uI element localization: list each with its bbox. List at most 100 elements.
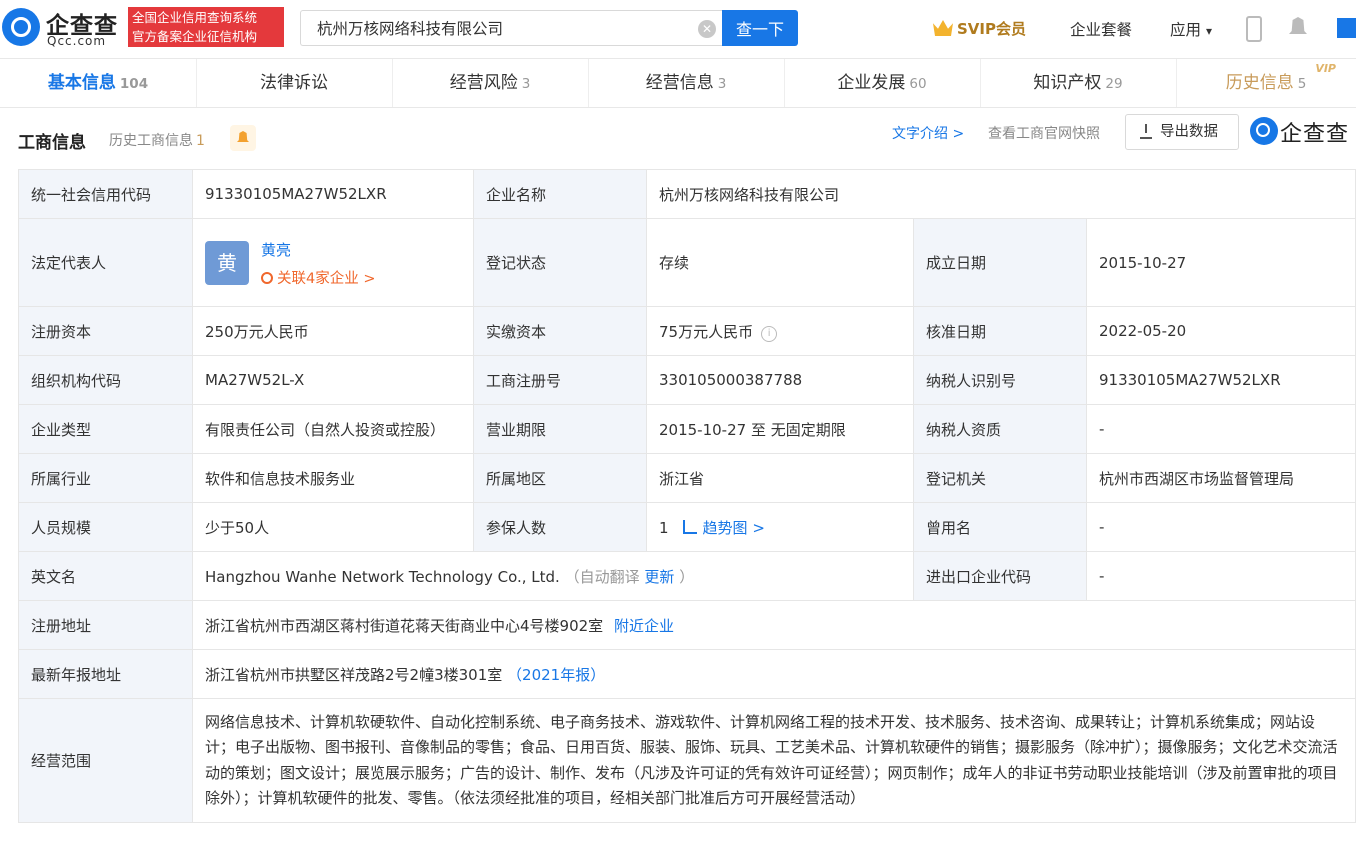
export-button[interactable]: 导出数据 xyxy=(1125,114,1239,150)
update-link[interactable]: 更新 xyxy=(644,568,674,586)
region-value: 浙江省 xyxy=(646,453,914,503)
tab-litigation[interactable]: 法律诉讼 xyxy=(196,59,393,107)
table-row: 所属行业 软件和信息技术服务业 所属地区 浙江省 登记机关 杭州市西湖区市场监督… xyxy=(18,453,1356,503)
tab-basic-info[interactable]: 基本信息 104 xyxy=(0,59,197,107)
reg-capital-label: 注册资本 xyxy=(18,306,193,356)
download-icon xyxy=(1140,124,1152,139)
tab-label: 企业发展 xyxy=(837,73,906,93)
qcc-logo[interactable]: 企查查 Qcc.com xyxy=(0,4,125,52)
clear-icon[interactable]: ✕ xyxy=(698,20,716,38)
legal-rep-name-link[interactable]: 黄亮 xyxy=(261,239,291,260)
tab-business-risk[interactable]: 经营风险 3 xyxy=(392,59,589,107)
tab-development[interactable]: 企业发展 60 xyxy=(784,59,981,107)
business-info-table: 统一社会信用代码 91330105MA27W52LXR 企业名称 杭州万核网络科… xyxy=(18,169,1356,823)
credit-code-value: 91330105MA27W52LXR xyxy=(192,169,474,219)
reg-no-value: 330105000387788 xyxy=(646,355,914,405)
export-label: 导出数据 xyxy=(1160,124,1218,140)
org-code-value: MA27W52L-X xyxy=(192,355,474,405)
chevron-down-icon: ▾ xyxy=(1205,24,1212,38)
phone-icon[interactable] xyxy=(1246,16,1262,42)
relation-icon xyxy=(261,271,273,284)
tab-count: 104 xyxy=(119,76,149,92)
table-row: 经营范围 网络信息技术、计算机软硬软件、自动化控制系统、电子商务技术、游戏软件、… xyxy=(18,698,1356,823)
qcc-logo-icon xyxy=(1250,117,1278,145)
address-cell: 浙江省杭州市西湖区蒋村街道花蒋天街商业中心4号楼902室 附近企业 xyxy=(191,600,1356,650)
tab-history[interactable]: 历史信息 5 VIP xyxy=(1176,59,1356,107)
reg-no-label: 工商注册号 xyxy=(473,355,647,405)
main-tabs: 基本信息 104 法律诉讼 经营风险 3 经营信息 3 企业发展 60 知识产权 29 历… xyxy=(0,59,1356,108)
tab-label: 经营信息 xyxy=(645,73,714,93)
former-name-value: - xyxy=(1085,502,1356,552)
scope-label: 经营范围 xyxy=(18,698,193,823)
info-icon[interactable]: i xyxy=(761,325,778,342)
svip-link[interactable]: SVIP会员 xyxy=(933,18,1026,39)
annual-address-value: 浙江省杭州市拱墅区祥茂路2号2幢3楼301室 xyxy=(205,665,503,684)
import-export-value: - xyxy=(1085,551,1356,601)
tab-count: 60 xyxy=(909,76,927,92)
insured-label: 参保人数 xyxy=(473,502,647,552)
industry-label: 所属行业 xyxy=(18,453,193,503)
monitor-bell-icon[interactable] xyxy=(230,125,256,151)
table-row: 法定代表人 黄 黄亮 关联4家企业 > 登记状态 存续 成立日期 2015-10… xyxy=(18,218,1356,307)
crown-icon xyxy=(933,20,953,36)
avatar[interactable]: 黄 xyxy=(205,240,249,285)
staff-label: 人员规模 xyxy=(18,502,193,552)
address-label: 注册地址 xyxy=(18,600,193,650)
tab-label: 基本信息 xyxy=(47,73,116,93)
annual-report-link[interactable]: （2021年报） xyxy=(507,666,605,684)
taxpayer-qual-label: 纳税人资质 xyxy=(913,404,1087,454)
auto-translate-note: （自动翻译 xyxy=(564,567,640,586)
qcc-logo-icon xyxy=(2,8,40,46)
table-row: 英文名 Hangzhou Wanhe Network Technology Co… xyxy=(18,551,1356,601)
user-button[interactable] xyxy=(1337,18,1356,38)
text-intro-link[interactable]: 文字介绍 > xyxy=(892,123,964,143)
english-name-value: Hangzhou Wanhe Network Technology Co., L… xyxy=(205,567,560,586)
tab-label: 经营风险 xyxy=(449,73,518,93)
english-name-label: 英文名 xyxy=(18,551,193,601)
table-row: 企业类型 有限责任公司（自然人投资或控股） 营业期限 2015-10-27 至 … xyxy=(18,404,1356,454)
logo-subtext: Qcc.com xyxy=(47,34,107,48)
company-type-value: 有限责任公司（自然人投资或控股） xyxy=(192,404,474,454)
qcc-watermark-logo: 企查查 xyxy=(1250,117,1356,149)
vip-badge: VIP xyxy=(1315,62,1336,75)
legal-rep-label: 法定代表人 xyxy=(18,218,193,307)
annual-address-label: 最新年报地址 xyxy=(18,649,193,699)
tab-ip[interactable]: 知识产权 29 xyxy=(980,59,1177,107)
gov-snapshot-link[interactable]: 查看工商官网快照 xyxy=(988,123,1100,143)
search-box: ✕ xyxy=(300,10,722,46)
credit-code-label: 统一社会信用代码 xyxy=(18,169,193,219)
taxpayer-qual-value: - xyxy=(1085,404,1356,454)
package-link[interactable]: 企业套餐 xyxy=(1070,18,1132,40)
bell-icon[interactable] xyxy=(1289,17,1307,34)
tab-count: 3 xyxy=(717,76,727,92)
search-button[interactable]: 查一下 xyxy=(722,10,798,46)
taxpayer-id-value: 91330105MA27W52LXR xyxy=(1085,355,1356,405)
top-bar: 企查查 Qcc.com 全国企业信用查询系统 官方备案企业征信机构 ✕ 查一下 … xyxy=(0,0,1356,59)
annual-address-cell: 浙江省杭州市拱墅区祥茂路2号2幢3楼301室 （2021年报） xyxy=(191,649,1356,699)
related-companies-link[interactable]: 关联4家企业 > xyxy=(261,267,375,288)
watermark-text: 企查查 xyxy=(1280,122,1350,147)
related-companies-label: 关联4家企业 > xyxy=(277,270,376,287)
nearby-companies-link[interactable]: 附近企业 xyxy=(614,617,674,635)
paid-capital-label: 实缴资本 xyxy=(473,306,647,356)
insured-cell: 1 趋势图 > xyxy=(646,502,914,552)
search-input[interactable] xyxy=(315,18,689,38)
table-row: 最新年报地址 浙江省杭州市拱墅区祥茂路2号2幢3楼301室 （2021年报） xyxy=(18,649,1356,699)
history-business-info-link[interactable]: 历史工商信息 1 xyxy=(109,130,205,150)
import-export-label: 进出口企业代码 xyxy=(913,551,1087,601)
tab-operations[interactable]: 经营信息 3 xyxy=(588,59,785,107)
paid-capital-cell: 75万元人民币 i xyxy=(646,306,914,356)
authority-value: 杭州市西湖区市场监督管理局 xyxy=(1085,453,1356,503)
table-row: 注册资本 250万元人民币 实缴资本 75万元人民币 i 核准日期 2022-05… xyxy=(18,306,1356,356)
credit-banner[interactable]: 全国企业信用查询系统 官方备案企业征信机构 xyxy=(128,7,284,47)
taxpayer-id-label: 纳税人识别号 xyxy=(913,355,1087,405)
tab-count: 5 xyxy=(1297,76,1307,92)
trend-link[interactable]: 趋势图 > xyxy=(703,519,765,537)
tab-label: 历史信息 xyxy=(1225,73,1294,93)
scope-value: 网络信息技术、计算机软硬软件、自动化控制系统、电子商务技术、游戏软件、计算机网络… xyxy=(191,698,1356,823)
insured-value: 1 xyxy=(659,518,669,537)
table-row: 人员规模 少于50人 参保人数 1 趋势图 > 曾用名 - xyxy=(18,502,1356,552)
apps-menu[interactable]: 应用 ▾ xyxy=(1170,18,1212,40)
former-name-label: 曾用名 xyxy=(913,502,1087,552)
industry-value: 软件和信息技术服务业 xyxy=(192,453,474,503)
